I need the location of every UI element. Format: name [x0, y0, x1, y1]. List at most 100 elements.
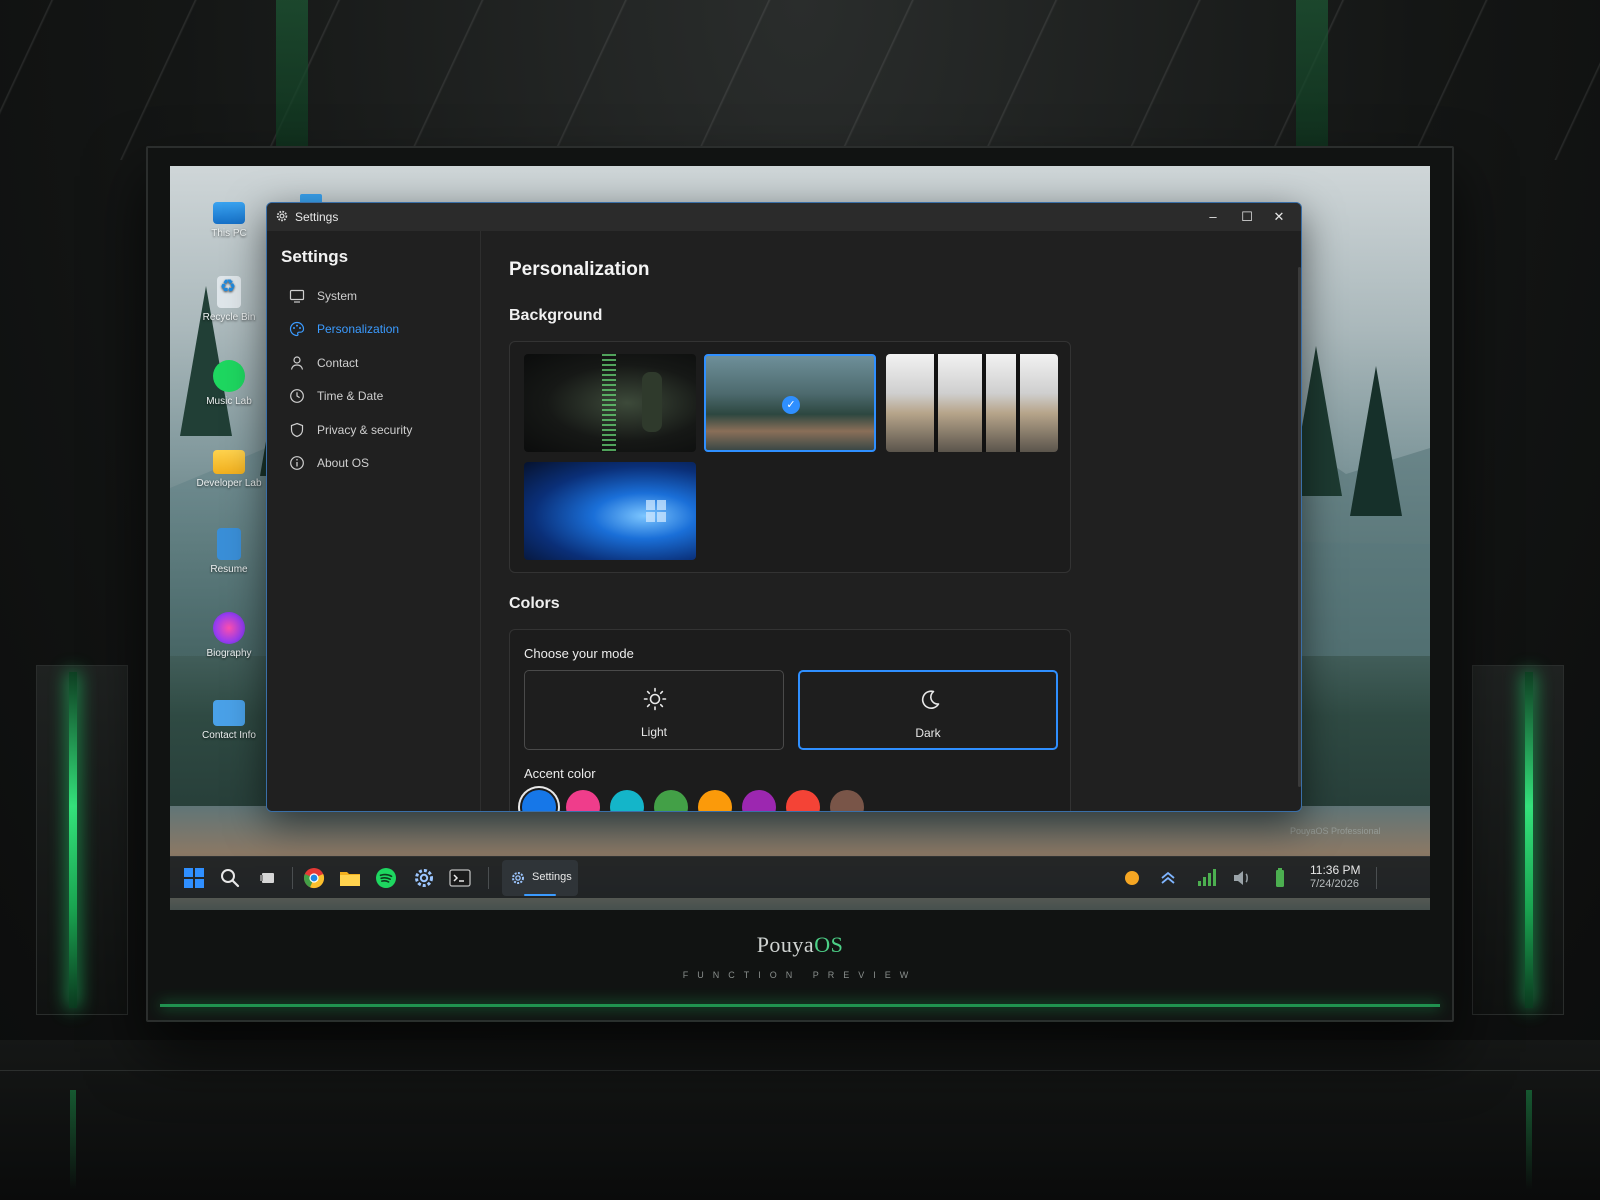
accent-swatch[interactable]	[698, 790, 732, 811]
accent-swatch[interactable]	[522, 790, 556, 811]
signal-icon[interactable]	[1194, 866, 1218, 890]
palette-icon	[289, 321, 305, 337]
desktop-icon-contact-info[interactable]: Contact Info	[190, 696, 268, 742]
sidebar-title: Settings	[281, 247, 349, 266]
marble-wall-texture	[0, 0, 1600, 160]
settings-icon	[512, 872, 524, 884]
start-icon[interactable]	[182, 866, 206, 890]
window-title: Settings	[295, 210, 339, 224]
window-titlebar[interactable]: Settings – ☐ ✕	[267, 203, 1301, 231]
brand-subtitle: FUNCTION PREVIEW	[682, 970, 918, 980]
spotify-icon[interactable]	[374, 866, 398, 890]
colors-panel: Choose your mode Light Dark Accent color	[509, 629, 1071, 811]
sidebar-item-label: Time & Date	[317, 389, 384, 403]
wall-light-right	[1296, 0, 1328, 148]
brand-logo: PouyaOS	[756, 932, 844, 957]
search-icon[interactable]	[218, 866, 242, 890]
sidebar-item-personalization[interactable]: Personalization	[289, 316, 469, 342]
desktop-icon-biography[interactable]: Biography	[190, 612, 268, 660]
sidebar-item-privacy-security[interactable]: Privacy & security	[289, 417, 469, 443]
floor-reflection	[70, 1090, 76, 1190]
content-scrollbar[interactable]	[1298, 267, 1301, 787]
monitor-icon	[289, 289, 305, 303]
monitor-icon	[213, 202, 245, 224]
mode-option-label: Light	[640, 725, 668, 739]
accent-swatch[interactable]	[610, 790, 644, 811]
light-mode-option[interactable]: Light	[524, 670, 784, 750]
chevron-up-icon[interactable]	[1156, 866, 1180, 890]
maximize-button[interactable]: ☐	[1233, 206, 1261, 228]
desktop-icon-label: Music Lab	[206, 396, 252, 407]
desktop-icon-label: Resume	[210, 564, 248, 575]
accent-swatch-row	[522, 790, 1042, 811]
contact-card-icon	[213, 700, 245, 726]
info-icon	[290, 456, 304, 470]
clock-time: 11:36 PM	[1310, 863, 1361, 877]
wallpaper-option-yosemite[interactable]: ✓	[704, 354, 876, 452]
sidebar-item-label: Privacy & security	[317, 423, 413, 437]
shield-icon	[290, 422, 304, 438]
wallpaper-option-windows-blue[interactable]	[524, 462, 696, 560]
sidebar-item-label: Personalization	[317, 322, 400, 336]
terminal-icon[interactable]	[448, 866, 472, 890]
green-light-strip	[69, 672, 77, 1008]
clock-icon	[290, 389, 304, 403]
document-icon	[217, 528, 241, 560]
green-light-strip	[1525, 672, 1533, 1008]
sun-icon	[643, 687, 667, 711]
sidebar-item-time-date[interactable]: Time & Date	[289, 383, 469, 409]
clock-date: 7/24/2026	[1310, 878, 1359, 890]
accent-color-label: Accent color	[524, 766, 596, 781]
folder-icon	[213, 450, 245, 474]
accent-swatch[interactable]	[830, 790, 864, 811]
background-panel: ✓	[509, 341, 1071, 573]
page-title: Personalization	[509, 259, 650, 280]
gear-icon	[276, 210, 288, 222]
desktop-screen: PouyaOS Professional This PC Recycle Bin…	[170, 166, 1430, 910]
desktop-icon-label: Recycle Bin	[202, 312, 256, 323]
speaker-pillar-right	[1472, 665, 1564, 1015]
wallpaper-tree	[1350, 366, 1402, 516]
wallpaper-option-office[interactable]	[886, 354, 1058, 452]
wallpaper-option-matrix[interactable]	[524, 354, 696, 452]
taskbar-divider	[1376, 867, 1377, 889]
minimize-button[interactable]: –	[1199, 206, 1227, 228]
file-explorer-icon[interactable]	[338, 866, 362, 890]
sidebar-item-about-os[interactable]: About OS	[289, 450, 469, 476]
sidebar-item-label: About OS	[317, 456, 370, 470]
desktop-icon-developer-lab[interactable]: Developer Lab	[190, 444, 268, 490]
watermark-text: PouyaOS Professional	[1290, 826, 1381, 836]
colors-heading: Colors	[509, 595, 560, 612]
desktop-icon-resume[interactable]: Resume	[190, 528, 268, 576]
accent-swatch[interactable]	[786, 790, 820, 811]
accent-swatch[interactable]	[742, 790, 776, 811]
close-button[interactable]: ✕	[1265, 206, 1293, 228]
taskbar-divider	[488, 867, 489, 889]
desktop-icon-label: Biography	[206, 648, 252, 659]
sidebar-item-label: System	[317, 289, 358, 303]
running-app-label: Settings	[532, 871, 572, 883]
dark-mode-option[interactable]: Dark	[798, 670, 1058, 750]
mode-option-label: Dark	[915, 726, 941, 740]
desktop-icon-music-lab[interactable]: Music Lab	[190, 360, 268, 408]
spotify-icon	[213, 360, 245, 392]
sidebar-item-system[interactable]: System	[289, 283, 469, 309]
taskbar-running-settings[interactable]: Settings	[502, 860, 578, 896]
fingerprint-icon	[213, 612, 245, 644]
chrome-icon[interactable]	[302, 866, 326, 890]
volume-icon[interactable]	[1230, 866, 1254, 890]
settings-window: Settings – ☐ ✕ Settings System Personali…	[266, 202, 1302, 812]
floor-line	[0, 1070, 1600, 1071]
task-view-icon[interactable]	[256, 866, 280, 890]
status-dot-icon[interactable]	[1120, 866, 1144, 890]
battery-icon[interactable]	[1268, 866, 1292, 890]
desktop-icon-this-pc[interactable]: This PC	[190, 196, 268, 240]
accent-swatch[interactable]	[566, 790, 600, 811]
desktop-icon-recycle-bin[interactable]: Recycle Bin	[190, 276, 268, 324]
accent-swatch[interactable]	[654, 790, 688, 811]
settings-icon[interactable]	[412, 866, 436, 890]
sidebar-item-contact[interactable]: Contact	[289, 350, 469, 376]
taskbar: Settings 11:36 PM 7/24/2026	[170, 856, 1430, 898]
taskbar-clock[interactable]: 11:36 PM 7/24/2026	[1310, 863, 1360, 891]
desktop-icon-label: Developer Lab	[196, 478, 262, 489]
